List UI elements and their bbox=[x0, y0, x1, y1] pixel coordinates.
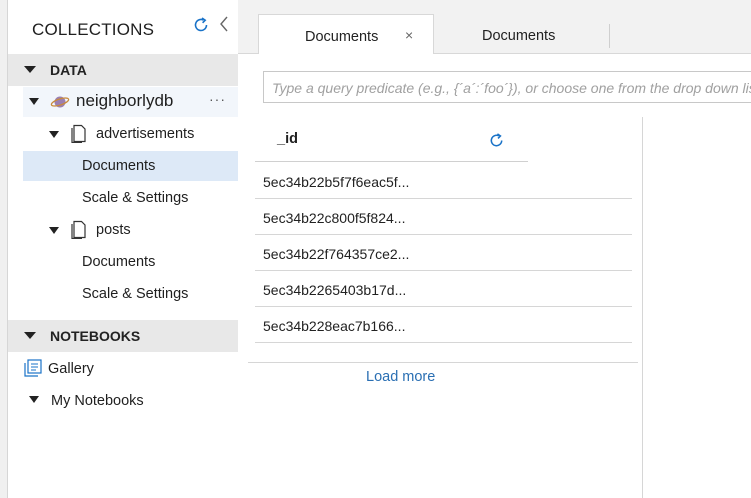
advertisements-scale-settings-item[interactable]: Scale & Settings bbox=[23, 183, 238, 213]
posts-scale-settings-item[interactable]: Scale & Settings bbox=[23, 279, 238, 309]
posts-documents-item[interactable]: Documents bbox=[23, 247, 238, 277]
document-row[interactable]: 5ec34b22f764357ce2... bbox=[255, 235, 632, 271]
item-label: Scale & Settings bbox=[82, 286, 189, 302]
document-id: 5ec34b22f764357ce2... bbox=[263, 246, 410, 262]
document-id: 5ec34b22b5f7f6eac5f... bbox=[263, 174, 410, 190]
caret-down-icon bbox=[24, 66, 36, 73]
collection-posts[interactable]: posts bbox=[23, 215, 238, 245]
document-id: 5ec34b2265403b17d... bbox=[263, 282, 407, 298]
gallery-icon bbox=[24, 359, 42, 377]
document-icon bbox=[71, 124, 86, 143]
my-notebooks-item[interactable]: My Notebooks bbox=[8, 386, 238, 416]
item-label: Documents bbox=[82, 254, 156, 270]
item-label: Scale & Settings bbox=[82, 190, 189, 206]
caret-down-icon bbox=[29, 396, 39, 403]
id-column-header: _id bbox=[277, 131, 298, 147]
collections-title: COLLECTIONS bbox=[32, 20, 155, 39]
notebooks-section-header[interactable]: NOTEBOOKS bbox=[8, 320, 238, 352]
tab-label: Documents bbox=[305, 29, 379, 45]
tab-separator bbox=[609, 24, 610, 48]
document-row[interactable]: 5ec34b22c800f5f824... bbox=[255, 199, 632, 235]
tab-documents-active[interactable]: Documents × bbox=[258, 14, 434, 54]
notebooks-section-label: NOTEBOOKS bbox=[50, 328, 141, 344]
header-divider bbox=[255, 161, 528, 162]
list-divider bbox=[248, 362, 638, 363]
document-id: 5ec34b22c800f5f824... bbox=[263, 210, 406, 226]
query-placeholder: Type a query predicate (e.g., {´a´:´foo´… bbox=[272, 80, 751, 96]
refresh-icon[interactable] bbox=[488, 132, 505, 149]
left-edge-bar bbox=[0, 0, 8, 498]
load-more-link[interactable]: Load more bbox=[366, 369, 435, 385]
tab-label: Documents bbox=[482, 28, 556, 44]
collection-advertisements[interactable]: advertisements bbox=[23, 119, 238, 149]
tab-bar: Documents × Documents bbox=[238, 0, 751, 54]
close-icon[interactable]: × bbox=[405, 27, 413, 43]
document-row[interactable]: 5ec34b228eac7b166... bbox=[255, 307, 632, 343]
editor-panel-divider[interactable] bbox=[642, 117, 643, 498]
my-notebooks-label: My Notebooks bbox=[51, 393, 144, 409]
database-row[interactable]: neighborlydb ··· bbox=[23, 87, 238, 117]
document-id: 5ec34b228eac7b166... bbox=[263, 318, 406, 334]
resource-tree-sidebar: COLLECTIONS DATA neighborlydb ··· advert… bbox=[8, 0, 238, 498]
document-row[interactable]: 5ec34b22b5f7f6eac5f... bbox=[255, 163, 632, 199]
advertisements-documents-item[interactable]: Documents bbox=[23, 151, 238, 181]
planet-icon bbox=[50, 96, 70, 108]
document-icon bbox=[71, 220, 86, 239]
caret-down-icon bbox=[49, 131, 59, 138]
item-label: Documents bbox=[82, 158, 156, 174]
caret-down-icon bbox=[49, 227, 59, 234]
caret-down-icon bbox=[24, 332, 36, 339]
collection-name: posts bbox=[96, 222, 131, 238]
more-options-button[interactable]: ··· bbox=[209, 91, 226, 107]
document-row[interactable]: 5ec34b2265403b17d... bbox=[255, 271, 632, 307]
query-predicate-input[interactable]: Type a query predicate (e.g., {´a´:´foo´… bbox=[263, 71, 751, 103]
data-section-header[interactable]: DATA bbox=[8, 54, 238, 86]
data-section-label: DATA bbox=[50, 62, 87, 78]
chevron-left-icon[interactable] bbox=[218, 14, 230, 34]
database-name: neighborlydb bbox=[76, 91, 174, 110]
caret-down-icon bbox=[29, 98, 39, 105]
tab-documents[interactable]: Documents bbox=[434, 14, 610, 54]
refresh-icon[interactable] bbox=[192, 16, 210, 34]
gallery-item[interactable]: Gallery bbox=[8, 354, 238, 384]
gallery-label: Gallery bbox=[48, 361, 94, 377]
collection-name: advertisements bbox=[96, 126, 195, 142]
